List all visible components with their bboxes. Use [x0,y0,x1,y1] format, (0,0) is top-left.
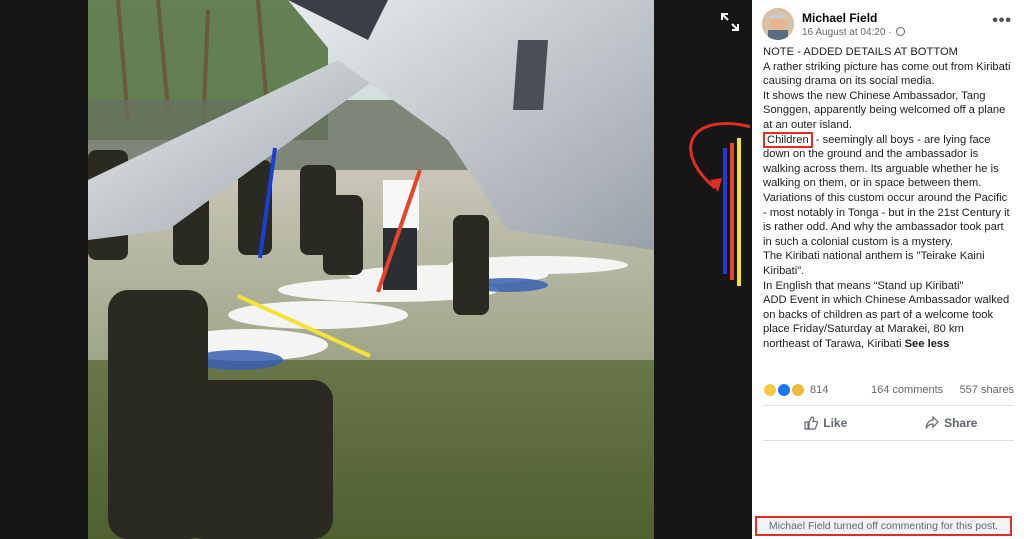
post-paragraph: Children - seemingly all boys - are lyin… [763,131,1010,248]
divider [763,440,1014,441]
post-note: NOTE - ADDED DETAILS AT BOTTOM [763,46,958,58]
reactions-bar: 814 164 comments 557 shares [763,382,1014,400]
post-header: Michael Field 16 August at 04:20 · ••• [762,8,1014,44]
see-less-link[interactable]: See less [905,338,950,350]
more-options-button[interactable]: ••• [992,12,1012,30]
post-text: NOTE - ADDED DETAILS AT BOTTOM A rather … [763,45,1013,351]
post-paragraph: ADD Event in which Chinese Ambassador wa… [763,294,1010,350]
comments-count[interactable]: 164 comments [871,384,943,396]
like-icon [777,383,792,397]
avatar[interactable] [762,8,794,40]
globe-icon [896,27,906,36]
reaction-count[interactable]: 814 [810,384,828,396]
post-paragraph: It shows the new Chinese Ambassador, Tan… [763,89,1006,131]
post-actions: Like Share [763,409,1014,437]
post-panel: Michael Field 16 August at 04:20 · ••• N… [752,0,1024,539]
share-button[interactable]: Share [889,409,1015,437]
shares-count[interactable]: 557 shares [960,384,1014,396]
share-icon [925,416,939,429]
post-photo[interactable] [88,0,654,539]
haha-icon [763,383,777,397]
thumbs-up-icon [804,416,819,430]
annotation-color-lines [723,138,741,286]
author-name[interactable]: Michael Field [802,11,877,25]
post-paragraph: The Kiribati national anthem is "Teirake… [763,250,985,277]
commenting-off-notice: Michael Field turned off commenting for … [755,516,1012,536]
expand-icon[interactable] [718,10,742,34]
reaction-icons[interactable] [763,383,806,400]
photo-viewer [0,0,752,539]
sad-icon [791,383,806,397]
children-highlight: Children [763,131,813,148]
post-timestamp[interactable]: 16 August at 04:20 · [802,27,906,38]
post-paragraph: In English that means “Stand up Kiribati… [763,279,964,292]
post-paragraph: A rather striking picture has come out f… [763,60,1011,88]
divider [763,405,1014,406]
like-button[interactable]: Like [763,409,889,437]
